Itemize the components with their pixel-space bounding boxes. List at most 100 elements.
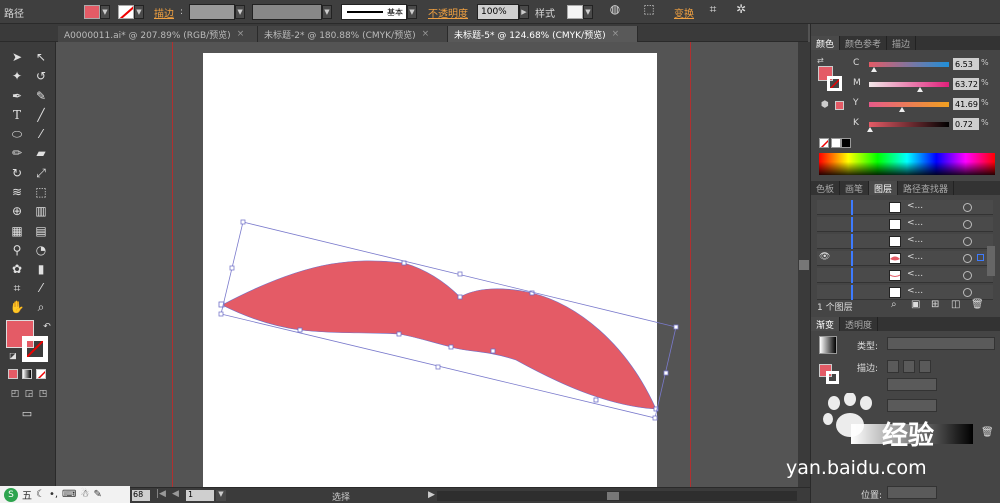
close-icon[interactable]: ×: [422, 29, 430, 39]
brush-style-control[interactable]: 基本 ▼: [341, 0, 417, 24]
gamut-swatch[interactable]: [835, 101, 844, 110]
white-swatch[interactable]: [831, 138, 841, 148]
sogou-logo-icon[interactable]: S: [4, 487, 18, 502]
chevron-down-icon[interactable]: ▼: [134, 5, 144, 19]
slider-thumb[interactable]: [916, 87, 923, 92]
tab-gradient[interactable]: 渐变: [811, 317, 841, 331]
color-spectrum[interactable]: [819, 153, 995, 175]
stroke-weight-field[interactable]: [189, 4, 236, 20]
graphic-style-control[interactable]: ▼: [567, 0, 593, 24]
zoom-field[interactable]: 68: [132, 490, 150, 501]
ime-mode-label[interactable]: 五: [22, 487, 32, 502]
tab-brushes[interactable]: 画笔: [840, 181, 870, 195]
new-sublayer-icon[interactable]: ⊞: [931, 299, 939, 310]
layer-row[interactable]: <...: [817, 217, 993, 232]
layer-name[interactable]: <...: [907, 201, 923, 211]
gradient-tool-icon[interactable]: ▤: [30, 222, 52, 240]
chevron-right-icon[interactable]: ▶: [519, 5, 529, 19]
fill-swatch-control[interactable]: ▼: [84, 0, 110, 24]
slider-track[interactable]: [869, 122, 949, 127]
status-chevron-icon[interactable]: ▶: [428, 490, 435, 500]
layer-name[interactable]: <...: [907, 269, 923, 279]
target-icon[interactable]: [963, 237, 972, 246]
eye-icon[interactable]: [819, 235, 833, 247]
delete-layer-icon[interactable]: 🗑: [971, 299, 984, 310]
layer-row[interactable]: <...: [817, 285, 993, 300]
blend-tool-icon[interactable]: ◔: [30, 241, 52, 259]
type-tool-icon[interactable]: T: [6, 106, 28, 124]
swap-icon[interactable]: ⇄: [817, 56, 824, 65]
user-icon[interactable]: ☃: [80, 489, 89, 500]
stroke-gradient-option-1[interactable]: [887, 360, 899, 373]
default-colors-icon[interactable]: ◪: [2, 346, 24, 364]
stroke-label[interactable]: 描边: [154, 0, 174, 24]
line-tool-icon[interactable]: ╱: [30, 106, 52, 124]
artwork-layer[interactable]: [56, 42, 798, 487]
layers-scroll-thumb[interactable]: [987, 246, 995, 276]
stroke-none-swatch[interactable]: [118, 5, 134, 19]
graph-tool-icon[interactable]: ▥: [30, 202, 52, 220]
tab-stroke[interactable]: 描边: [887, 36, 917, 50]
ellipse-tool-icon[interactable]: ⬭: [6, 125, 28, 143]
slider-thumb[interactable]: [866, 127, 873, 132]
tab-color-guide[interactable]: 颜色参考: [840, 36, 888, 50]
color-mode-icon[interactable]: [8, 369, 18, 379]
selected-art-indicator[interactable]: [977, 254, 984, 261]
layer-row[interactable]: <...: [817, 234, 993, 249]
eraser-tool-icon[interactable]: ▰: [30, 144, 52, 162]
slider-value-field[interactable]: 63.72: [953, 78, 979, 90]
layer-name[interactable]: <...: [907, 286, 923, 296]
delete-stop-icon[interactable]: 🗑: [981, 427, 994, 438]
close-icon[interactable]: ×: [612, 29, 620, 39]
slider-y[interactable]: Y 41.69%: [853, 98, 997, 112]
stroke-gradient-option-2[interactable]: [903, 360, 915, 373]
stroke-gradient-option-3[interactable]: [919, 360, 931, 373]
slider-value-field[interactable]: 41.69: [953, 98, 979, 110]
make-clip-mask-icon[interactable]: ▣: [911, 299, 920, 310]
canvas-area[interactable]: [56, 42, 798, 487]
tab-transparency[interactable]: 透明度: [840, 317, 879, 331]
black-swatch[interactable]: [841, 138, 851, 148]
none-mode-icon[interactable]: [36, 369, 46, 379]
hand-tool-icon[interactable]: ✋: [6, 298, 28, 316]
slider-k[interactable]: K 0.72%: [853, 118, 997, 132]
gradient-preview[interactable]: [819, 336, 837, 354]
eye-icon[interactable]: [819, 269, 833, 281]
fill-color-swatch[interactable]: [84, 5, 100, 19]
slider-track[interactable]: [869, 62, 949, 67]
scroll-thumb[interactable]: [799, 260, 809, 270]
slider-track[interactable]: [869, 82, 949, 87]
locate-object-icon[interactable]: ⌕: [891, 299, 897, 310]
gradient-position-field[interactable]: [887, 486, 937, 499]
brush-style-field[interactable]: 基本: [341, 4, 407, 20]
tab-swatches[interactable]: 色板: [811, 181, 841, 195]
rotate-tool-icon[interactable]: ↻: [6, 164, 28, 182]
layer-name[interactable]: <...: [907, 252, 923, 262]
chevron-down-icon[interactable]: ▼: [407, 5, 417, 19]
scroll-thumb[interactable]: [607, 492, 619, 500]
slider-track[interactable]: [869, 102, 949, 107]
paintbrush-tool-icon[interactable]: ⁄: [30, 125, 52, 143]
chevron-down-icon[interactable]: ▼: [216, 490, 226, 501]
layer-name[interactable]: <...: [907, 235, 923, 245]
lasso-tool-icon[interactable]: ↺: [30, 67, 52, 85]
punctuation-icon[interactable]: •,: [49, 489, 58, 500]
width-tool-icon[interactable]: ≋: [6, 183, 28, 201]
opacity-label[interactable]: 不透明度: [428, 0, 468, 24]
page-field[interactable]: 1: [186, 490, 214, 501]
selection-tool-icon[interactable]: ➤: [6, 48, 28, 66]
opacity-field[interactable]: 100%: [477, 4, 519, 20]
stroke-color-box[interactable]: [22, 336, 48, 362]
shape-builder-tool-icon[interactable]: ⊕: [6, 202, 28, 220]
variable-width-field[interactable]: [252, 4, 322, 20]
gradient-slider[interactable]: [851, 424, 973, 444]
recolor-icon[interactable]: ◍: [606, 0, 624, 18]
chevron-down-icon[interactable]: ▼: [100, 5, 110, 19]
draw-inside-icon[interactable]: ◳: [32, 385, 54, 403]
graphic-style-swatch[interactable]: [567, 5, 583, 19]
target-icon[interactable]: [963, 271, 972, 280]
gradient-angle-field[interactable]: [887, 378, 937, 391]
pen-tool-icon[interactable]: ✒: [6, 87, 28, 105]
variable-width-control[interactable]: ▼: [252, 0, 332, 24]
direct-selection-tool-icon[interactable]: ↖: [30, 48, 52, 66]
